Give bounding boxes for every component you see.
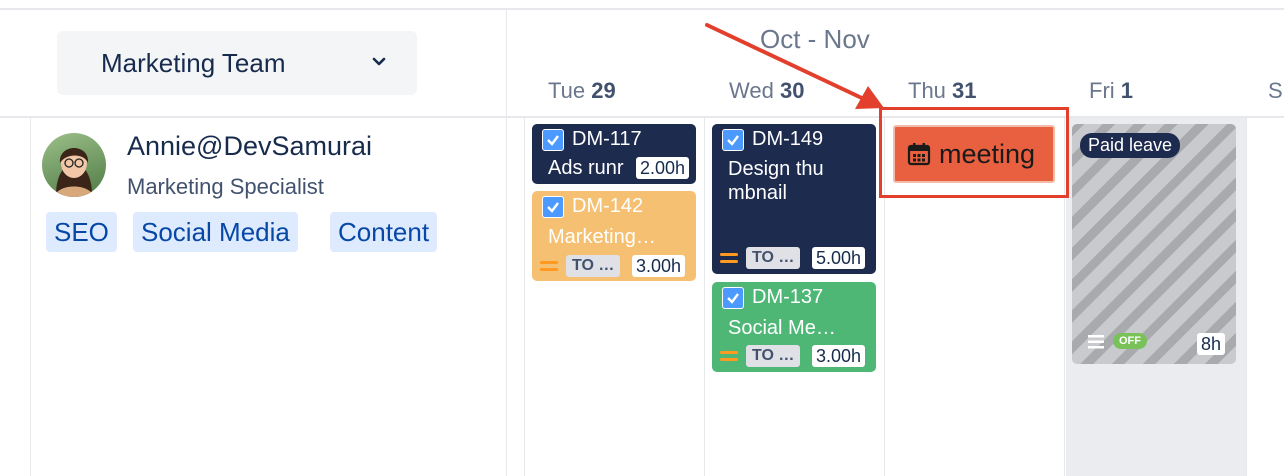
task-key-label: DM-149	[752, 128, 824, 150]
menu-icon	[1088, 335, 1104, 349]
off-badge: OFF	[1113, 333, 1147, 349]
task-key-label: DM-117	[572, 128, 642, 150]
day-name: S	[1268, 78, 1283, 103]
task-key-label: DM-137	[752, 286, 824, 308]
day-header-wed[interactable]: Wed 30	[729, 78, 804, 104]
priority-medium-icon	[720, 253, 738, 263]
highlight-box	[879, 107, 1069, 198]
team-select[interactable]: Marketing Team	[57, 31, 417, 95]
task-key: DM-149	[722, 128, 823, 151]
task-key: DM-137	[722, 286, 823, 309]
task-key-label: DM-142	[572, 195, 644, 217]
user-name[interactable]: Annie@DevSamurai	[127, 131, 372, 162]
day-header-sat[interactable]: S	[1268, 78, 1283, 104]
task-title: Design thu mbnail	[728, 158, 824, 204]
team-select-label: Marketing Team	[101, 47, 286, 78]
day-header-tue[interactable]: Tue 29	[548, 78, 616, 104]
avatar[interactable]	[42, 133, 106, 197]
leave-hours: 8h	[1197, 333, 1226, 355]
task-hours: 3.00h	[812, 345, 866, 367]
month-range: Oct - Nov	[760, 24, 870, 54]
leave-card[interactable]	[1072, 124, 1236, 364]
skill-tag[interactable]: Social Media	[133, 212, 298, 252]
task-hours: 2.00h	[636, 157, 690, 179]
task-hours: 3.00h	[632, 255, 686, 277]
status-badge: TO …	[566, 255, 621, 277]
task-title: Ads runr	[548, 157, 624, 179]
priority-medium-icon	[540, 261, 558, 271]
header-separator	[0, 116, 1284, 118]
task-card[interactable]: DM-117 Ads runr 2.00h	[532, 124, 696, 184]
top-border	[0, 8, 1284, 10]
skill-tag[interactable]: Content	[330, 212, 438, 252]
row-left-edge	[30, 118, 31, 476]
task-hours: 5.00h	[812, 247, 866, 269]
checkbox-icon	[722, 286, 744, 309]
day-name: Thu	[908, 78, 946, 103]
day-name: Wed	[729, 78, 774, 103]
day-name: Fri	[1089, 78, 1115, 103]
day-number: 1	[1120, 78, 1134, 103]
day-header-thu[interactable]: Thu 31	[908, 78, 977, 104]
user-role: Marketing Specialist	[127, 174, 324, 199]
task-title: Marketing…	[548, 226, 656, 248]
checkbox-icon	[722, 128, 744, 151]
status-badge: TO …	[746, 345, 801, 367]
task-card[interactable]: DM-142 Marketing… TO … 3.00h	[532, 191, 696, 281]
task-title: Social Me…	[728, 317, 836, 339]
col-divider	[704, 118, 705, 476]
skill-tag[interactable]: SEO	[46, 212, 117, 252]
avatar-photo	[54, 148, 94, 197]
col-divider	[524, 118, 525, 476]
left-panel-divider	[506, 10, 507, 476]
day-name: Tue	[548, 78, 586, 103]
task-card[interactable]: DM-149 Design thu mbnail TO … 5.00h	[712, 124, 876, 274]
checkbox-icon	[542, 195, 564, 218]
leave-label: Paid leave	[1080, 133, 1181, 158]
col-divider	[1246, 118, 1247, 476]
chevron-down-icon	[372, 57, 386, 66]
day-number: 29	[591, 78, 616, 103]
checkbox-icon	[542, 128, 564, 151]
status-badge: TO …	[746, 247, 801, 269]
day-number: 31	[952, 78, 977, 103]
day-header-fri[interactable]: Fri 1	[1089, 78, 1133, 104]
task-card[interactable]: DM-137 Social Me… TO … 3.00h	[712, 282, 876, 372]
day-number: 30	[779, 78, 805, 103]
task-key: DM-142	[542, 195, 643, 218]
task-key: DM-117	[542, 128, 642, 151]
priority-medium-icon	[720, 351, 738, 361]
